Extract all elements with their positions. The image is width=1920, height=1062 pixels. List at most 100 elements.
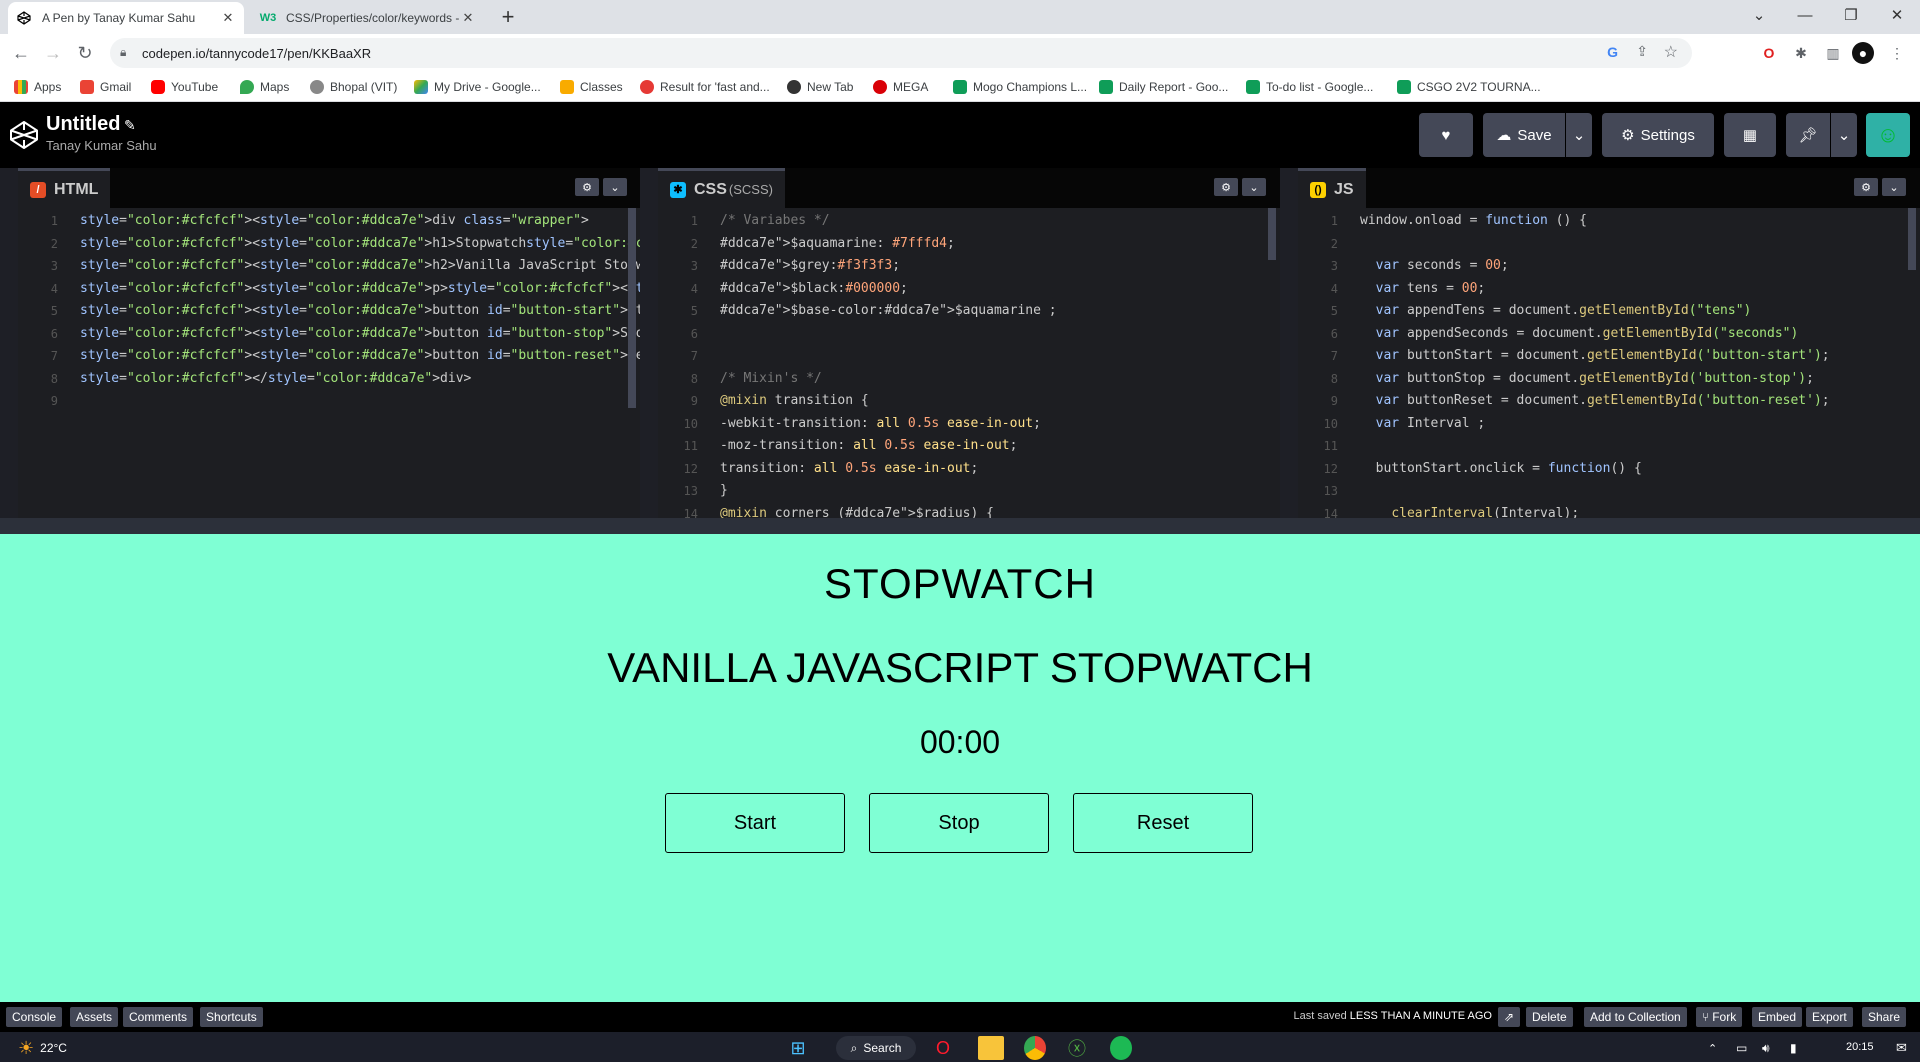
html-code[interactable]: 1 style="color:#cfcfcf"><style="color:#dd… (18, 208, 640, 518)
code-line[interactable]: 1 window.onload = function () { (1298, 210, 1920, 232)
network-icon[interactable]: ▭ (1736, 1036, 1747, 1060)
spotify-app-icon[interactable] (1110, 1036, 1132, 1060)
layout-button[interactable]: ▦ (1724, 113, 1776, 157)
taskbar-clock[interactable]: 20:15 (1846, 1035, 1874, 1059)
bookmark-my-drive[interactable]: My Drive - Google... (414, 78, 541, 96)
google-translate-icon[interactable]: G (1607, 44, 1618, 60)
code-line[interactable]: 10 var Interval ; (1298, 413, 1920, 435)
notification-icon[interactable]: ✉ (1896, 1036, 1907, 1060)
code-line[interactable]: 2 #ddca7e">$aquamarine: #7fffd4; (658, 233, 1280, 255)
code-line[interactable]: 1 style="color:#cfcfcf"><style="color:#dd… (18, 210, 640, 232)
comments-button[interactable]: Comments (123, 1007, 194, 1027)
code-line[interactable]: 2 style="color:#cfcfcf"><style="color:#dd… (18, 233, 640, 255)
js-code[interactable]: 1 window.onload = function () {2 3 var sec… (1298, 208, 1920, 518)
bookmark-bhopal[interactable]: Bhopal (VIT) (310, 78, 397, 96)
opera-app-icon[interactable]: O (936, 1036, 950, 1060)
code-line[interactable]: 3 #ddca7e">$grey:#f3f3f3; (658, 255, 1280, 277)
embed-button[interactable]: Embed (1752, 1007, 1803, 1027)
code-line[interactable]: 4 var tens = 00; (1298, 278, 1920, 300)
pin-button[interactable]: 📌︎ (1786, 113, 1830, 157)
window-close-icon[interactable]: ✕ (1874, 0, 1920, 30)
code-line[interactable]: 2 (1298, 233, 1920, 255)
code-line[interactable]: 11 -moz-transition: all 0.5s ease-in-out; (658, 435, 1280, 457)
tab-js[interactable]: () JS (1298, 168, 1366, 208)
xbox-app-icon[interactable]: ⓧ (1068, 1036, 1086, 1060)
delete-button[interactable]: Delete (1526, 1007, 1573, 1027)
code-line[interactable]: 3 var seconds = 00; (1298, 255, 1920, 277)
code-line[interactable]: 5 var appendTens = document.getElementBy… (1298, 300, 1920, 322)
plus-icon[interactable]: + (494, 5, 522, 29)
volume-icon[interactable]: 🔊︎ (1762, 1036, 1770, 1060)
bookmark-youtube[interactable]: YouTube (151, 78, 218, 96)
code-line[interactable]: 14 clearInterval(Interval); (1298, 503, 1920, 519)
chevron-down-icon[interactable]: ⌄ (603, 178, 627, 196)
chevron-up-icon[interactable]: ⌃ (1708, 1036, 1717, 1060)
css-scrollbar[interactable] (1268, 208, 1276, 260)
code-line[interactable]: 11 (1298, 435, 1920, 457)
bookmark-new-tab[interactable]: New Tab (787, 78, 853, 96)
opera-extension-icon[interactable]: O (1758, 42, 1780, 64)
code-line[interactable]: 6 style="color:#cfcfcf"><style="color:#dd… (18, 323, 640, 345)
bookmark-daily-report[interactable]: Daily Report - Goo... (1099, 78, 1228, 96)
star-icon[interactable]: ☆ (1664, 42, 1678, 62)
chrome-app-icon[interactable] (1024, 1036, 1046, 1060)
share-button[interactable]: Share (1862, 1007, 1907, 1027)
html-scrollbar[interactable] (628, 208, 636, 408)
chevron-down-icon[interactable]: ⌄ (1736, 0, 1782, 30)
stop-button[interactable]: Stop (869, 793, 1049, 853)
bookmark-maps[interactable]: Maps (240, 78, 289, 96)
fork-button[interactable]: ⑂ Fork (1696, 1007, 1743, 1027)
js-scrollbar[interactable] (1908, 208, 1916, 270)
bookmark-gmail[interactable]: Gmail (80, 78, 131, 96)
code-line[interactable]: 12 transition: all 0.5s ease-in-out; (658, 458, 1280, 480)
code-line[interactable]: 13} (658, 480, 1280, 502)
gear-icon[interactable]: ⚙ (575, 178, 599, 196)
pen-title[interactable]: Untitled (46, 113, 120, 136)
code-line[interactable]: 5 #ddca7e">$base-color:#ddca7e">$aquamari… (658, 300, 1280, 322)
profile-avatar-icon[interactable]: ● (1852, 42, 1874, 64)
code-line[interactable]: 7 var buttonStart = document.getElementB… (1298, 345, 1920, 367)
tab-css[interactable]: ✱ CSS (SCSS) (658, 168, 785, 208)
back-arrow-icon[interactable]: ← (8, 40, 34, 66)
save-dropdown-button[interactable]: ⌄ (1566, 113, 1592, 157)
kebab-menu-icon[interactable]: ⋮ (1886, 42, 1908, 64)
file-explorer-icon[interactable] (978, 1036, 1004, 1060)
save-button[interactable]: ☁ Save (1483, 113, 1565, 157)
code-line[interactable]: 7 style="color:#cfcfcf"><style="color:#dd… (18, 345, 640, 367)
bookmark-mega[interactable]: MEGA (873, 78, 928, 96)
heart-button[interactable]: ♥ (1419, 113, 1473, 157)
bookmark-todo[interactable]: To-do list - Google... (1246, 78, 1373, 96)
share-icon[interactable]: ⇪ (1636, 43, 1648, 60)
address-bar[interactable]: 🔒︎ codepen.io/tannycode17/pen/KKBaaXR G … (110, 38, 1692, 68)
browser-tab-codepen[interactable]: A Pen by Tanay Kumar Sahu ✕ (8, 2, 244, 34)
codepen-logo-icon[interactable] (8, 119, 40, 151)
code-line[interactable]: 8 /* Mixin's */ (658, 368, 1280, 390)
taskbar-search[interactable]: ⌕ Search (836, 1036, 916, 1060)
code-line[interactable]: 7 (658, 345, 1280, 367)
bookmark-csgo[interactable]: CSGO 2V2 TOURNA... (1397, 78, 1541, 96)
reset-button[interactable]: Reset (1073, 793, 1253, 853)
add-to-collection-button[interactable]: Add to Collection (1584, 1007, 1687, 1027)
code-line[interactable]: 3 style="color:#cfcfcf"><style="color:#dd… (18, 255, 640, 277)
pencil-edit-icon[interactable]: ✎ (124, 117, 136, 134)
code-line[interactable]: 14 @mixin corners (#ddca7e">$radius) { (658, 503, 1280, 519)
code-line[interactable]: 13 (1298, 480, 1920, 502)
gear-icon[interactable]: ⚙ (1214, 178, 1238, 196)
user-avatar[interactable]: ☺ (1866, 113, 1910, 157)
forward-arrow-icon[interactable]: → (40, 40, 66, 66)
pin-dropdown-button[interactable]: ⌄ (1831, 113, 1857, 157)
browser-tab-w3schools[interactable]: W3 CSS/Properties/color/keywords - ✕ (252, 2, 484, 34)
bookmark-apps[interactable]: Apps (14, 78, 61, 96)
code-line[interactable]: 10 -webkit-transition: all 0.5s ease-in-o… (658, 413, 1280, 435)
start-button[interactable]: Start (665, 793, 845, 853)
code-line[interactable]: 12 buttonStart.onclick = function() { (1298, 458, 1920, 480)
shortcuts-button[interactable]: Shortcuts (200, 1007, 263, 1027)
close-icon[interactable]: ✕ (460, 10, 476, 26)
code-line[interactable]: 8 style="color:#cfcfcf"></style="color:#d… (18, 368, 640, 390)
settings-button[interactable]: ⚙ Settings (1602, 113, 1714, 157)
code-line[interactable]: 4 style="color:#cfcfcf"><style="color:#dd… (18, 278, 640, 300)
console-button[interactable]: Console (6, 1007, 63, 1027)
bookmark-mogo[interactable]: Mogo Champions L... (953, 78, 1087, 96)
code-line[interactable]: 8 var buttonStop = document.getElementBy… (1298, 368, 1920, 390)
chevron-down-icon[interactable]: ⌄ (1242, 178, 1266, 196)
